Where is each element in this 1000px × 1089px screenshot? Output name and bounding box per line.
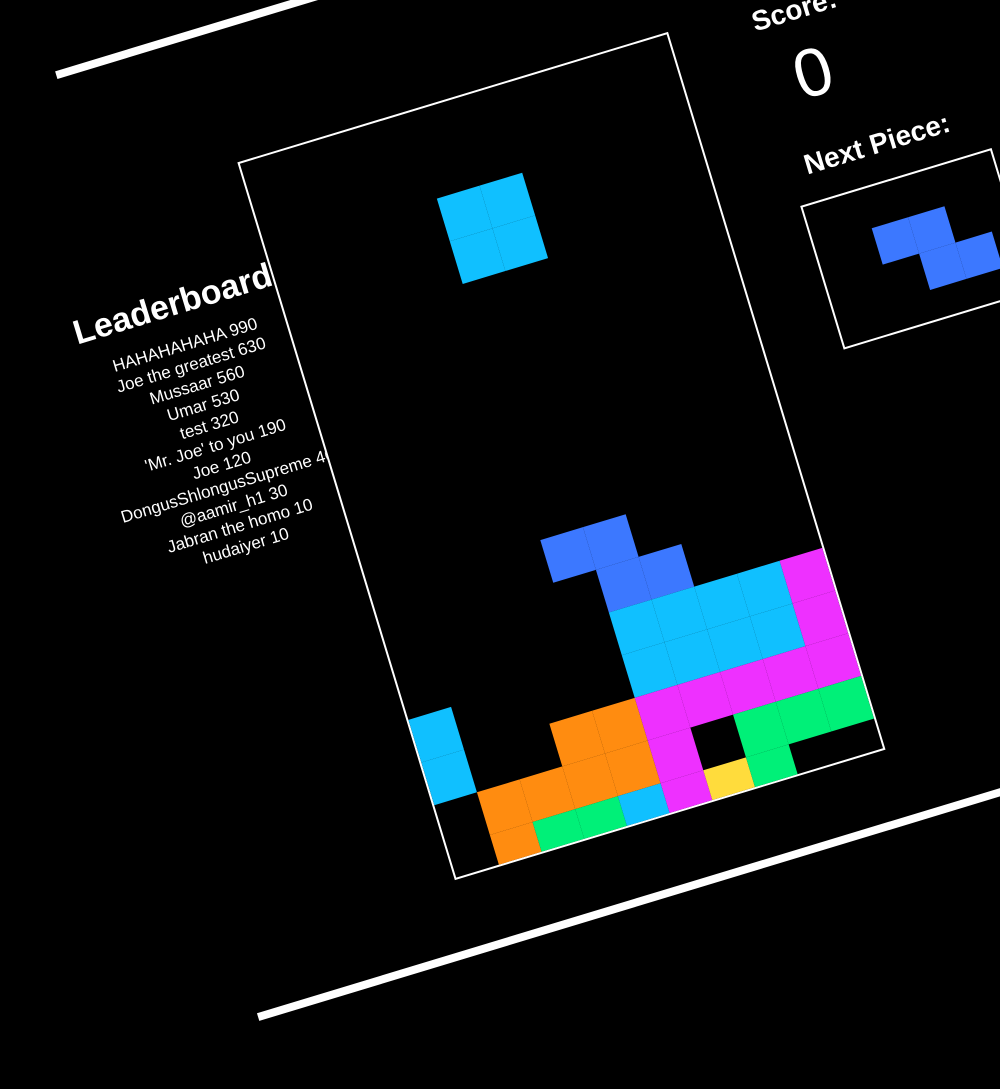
board-cell <box>784 872 841 878</box>
board-cell <box>870 846 884 878</box>
board-cell <box>588 838 644 878</box>
game-viewport: Leaderboard HAHAHAHAHA 990 Joe the great… <box>0 0 1000 1089</box>
board-grid <box>408 172 884 878</box>
board-cell <box>827 859 884 878</box>
score-panel: Score: 0 <box>703 0 910 136</box>
board-cell <box>673 812 730 869</box>
next-piece-preview <box>871 206 1000 290</box>
game-scene: Leaderboard HAHAHAHAHA 990 Joe the great… <box>55 0 1000 1089</box>
board-cell <box>716 800 772 856</box>
board-cell <box>844 761 884 817</box>
board-cell <box>801 774 858 830</box>
board-cell <box>758 787 815 843</box>
board-cell <box>545 851 602 878</box>
board-cell <box>630 825 687 878</box>
game-board[interactable] <box>237 31 886 881</box>
next-piece-box <box>800 148 1000 350</box>
board-cell <box>643 868 700 878</box>
